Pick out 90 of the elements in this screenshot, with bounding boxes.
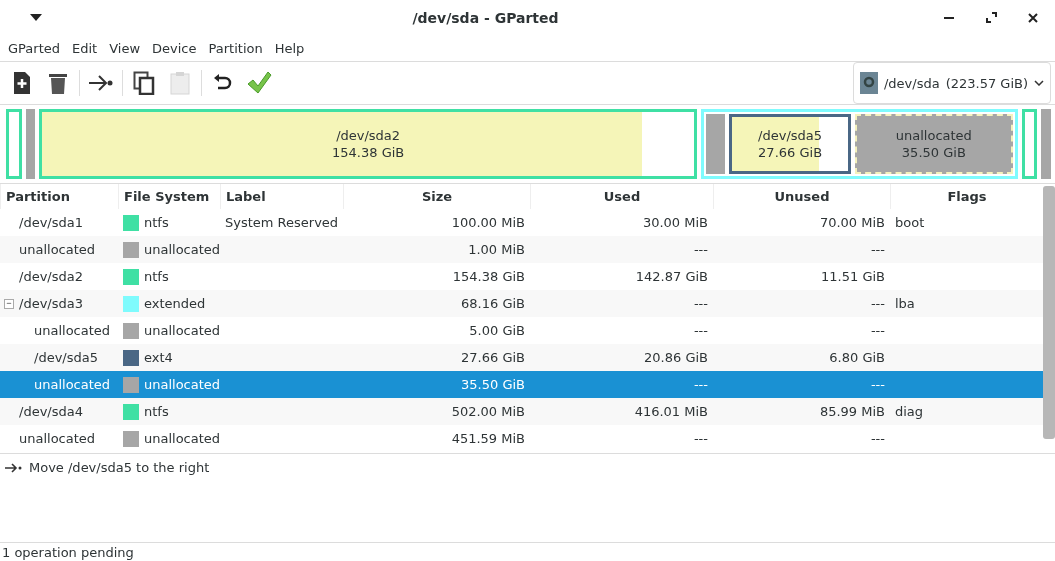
scrollbar-thumb[interactable] bbox=[1043, 186, 1055, 439]
partition-name: /dev/sda5 bbox=[34, 350, 98, 365]
operation-text: Move /dev/sda5 to the right bbox=[29, 460, 210, 475]
used-value: 416.01 MiB bbox=[634, 404, 708, 419]
collapse-toggle[interactable]: − bbox=[4, 298, 14, 309]
used-value: --- bbox=[693, 323, 708, 338]
filesystem-name: ntfs bbox=[144, 404, 169, 419]
partition-label: System Reserved bbox=[225, 215, 339, 230]
arrow-to-dot-icon bbox=[88, 74, 114, 92]
filesystem-name: ext4 bbox=[144, 350, 173, 365]
menu-item[interactable]: GParted bbox=[2, 40, 66, 56]
size-value: 502.00 MiB bbox=[451, 404, 525, 419]
chevron-down-icon bbox=[1034, 80, 1044, 86]
block-name: /dev/sda2 bbox=[336, 127, 401, 144]
caret-icon bbox=[30, 14, 42, 21]
menu-item[interactable]: Edit bbox=[66, 40, 104, 56]
block-name: /dev/sda5 bbox=[758, 127, 823, 144]
menu-item[interactable]: Device bbox=[146, 40, 203, 56]
unused-value: 70.00 MiB bbox=[819, 215, 885, 230]
unused-value: --- bbox=[870, 296, 885, 311]
filesystem-name: unallocated bbox=[144, 431, 221, 446]
flags-value: boot bbox=[895, 215, 925, 230]
trash-icon bbox=[48, 71, 68, 95]
copy-icon bbox=[133, 71, 155, 95]
unused-value: --- bbox=[870, 431, 885, 446]
checkmark-icon bbox=[246, 71, 272, 95]
used-value: --- bbox=[693, 242, 708, 257]
device-name: /dev/sda bbox=[883, 75, 940, 91]
filesystem-name: ntfs bbox=[144, 269, 169, 284]
partition-name: unallocated bbox=[19, 242, 96, 257]
used-value: 20.86 GiB bbox=[644, 350, 708, 365]
filesystem-name: extended bbox=[144, 296, 206, 311]
filesystem-name: unallocated bbox=[144, 323, 221, 338]
partition-block[interactable]: /dev/sda5 27.66 GiB bbox=[729, 114, 851, 174]
size-value: 27.66 GiB bbox=[461, 350, 525, 365]
unallocated-block[interactable]: unallocated 35.50 GiB bbox=[854, 114, 1013, 174]
status-text: 1 operation pending bbox=[2, 544, 134, 560]
partition-name: unallocated bbox=[34, 377, 111, 392]
partition-row[interactable]: unallocated unallocated 1.00 MiB --- --- bbox=[0, 236, 1043, 263]
partition-row[interactable]: − /dev/sda3 extended 68.16 GiB --- --- lba bbox=[0, 290, 1043, 317]
maximize-icon bbox=[985, 12, 997, 23]
unused-value: --- bbox=[870, 323, 885, 338]
filesystem-name: ntfs bbox=[144, 215, 169, 230]
block-size: 27.66 GiB bbox=[758, 144, 823, 161]
used-value: --- bbox=[693, 377, 708, 392]
size-value: 68.16 GiB bbox=[461, 296, 525, 311]
used-value: 142.87 GiB bbox=[635, 269, 708, 284]
size-value: 100.00 MiB bbox=[451, 215, 525, 230]
unused-value: 11.51 GiB bbox=[821, 269, 885, 284]
block-name: unallocated bbox=[895, 127, 972, 144]
partition-name: unallocated bbox=[19, 431, 96, 446]
flags-value: diag bbox=[895, 404, 924, 419]
unused-value: --- bbox=[870, 242, 885, 257]
size-value: 451.59 MiB bbox=[451, 431, 525, 446]
used-value: --- bbox=[693, 296, 708, 311]
size-value: 154.38 GiB bbox=[452, 269, 525, 284]
unused-value: 6.80 GiB bbox=[829, 350, 885, 365]
partition-block[interactable]: /dev/sda2 154.38 GiB bbox=[39, 109, 698, 179]
minimize-icon bbox=[944, 16, 954, 19]
new-partition-icon bbox=[12, 71, 32, 95]
extended-partition-block[interactable]: /dev/sda5 27.66 GiB unallocated 35.50 GiB bbox=[701, 109, 1018, 179]
filesystem-name: unallocated bbox=[144, 242, 221, 257]
flags-value: lba bbox=[895, 296, 915, 311]
used-value: 30.00 MiB bbox=[642, 215, 708, 230]
partition-name: /dev/sda1 bbox=[19, 215, 83, 230]
unused-value: 85.99 MiB bbox=[819, 404, 885, 419]
device-size: (223.57 GiB) bbox=[945, 75, 1028, 91]
block-size: 154.38 GiB bbox=[332, 144, 405, 161]
partition-name: /dev/sda4 bbox=[19, 404, 83, 419]
menu-item[interactable]: Help bbox=[268, 40, 311, 56]
close-icon bbox=[1028, 12, 1038, 23]
partition-name: unallocated bbox=[34, 323, 111, 338]
unused-value: --- bbox=[870, 377, 885, 392]
clipboard-icon bbox=[170, 71, 190, 95]
device-selector[interactable]: /dev/sda (223.57 GiB) bbox=[852, 62, 1051, 104]
size-value: 1.00 MiB bbox=[468, 242, 525, 257]
size-value: 5.00 GiB bbox=[469, 323, 525, 338]
window-title: /dev/sda - GParted bbox=[411, 9, 560, 26]
menu-item[interactable]: Partition bbox=[202, 40, 269, 56]
filesystem-name: unallocated bbox=[144, 377, 221, 392]
size-value: 35.50 GiB bbox=[461, 377, 525, 392]
undo-icon bbox=[213, 74, 233, 92]
partition-row[interactable]: /dev/sda4 ntfs 502.00 MiB 416.01 MiB 85.99 MiB diag bbox=[0, 398, 1043, 425]
partition-name: /dev/sda3 bbox=[19, 296, 83, 311]
partition-name: /dev/sda2 bbox=[19, 269, 83, 284]
arrow-to-dot-icon bbox=[4, 461, 22, 474]
partition-row[interactable]: /dev/sda5 ext4 27.66 GiB 20.86 GiB 6.80 GiB bbox=[0, 344, 1043, 371]
used-value: --- bbox=[693, 431, 708, 446]
menu-item[interactable]: View bbox=[103, 40, 147, 56]
block-size: 35.50 GiB bbox=[901, 144, 966, 161]
